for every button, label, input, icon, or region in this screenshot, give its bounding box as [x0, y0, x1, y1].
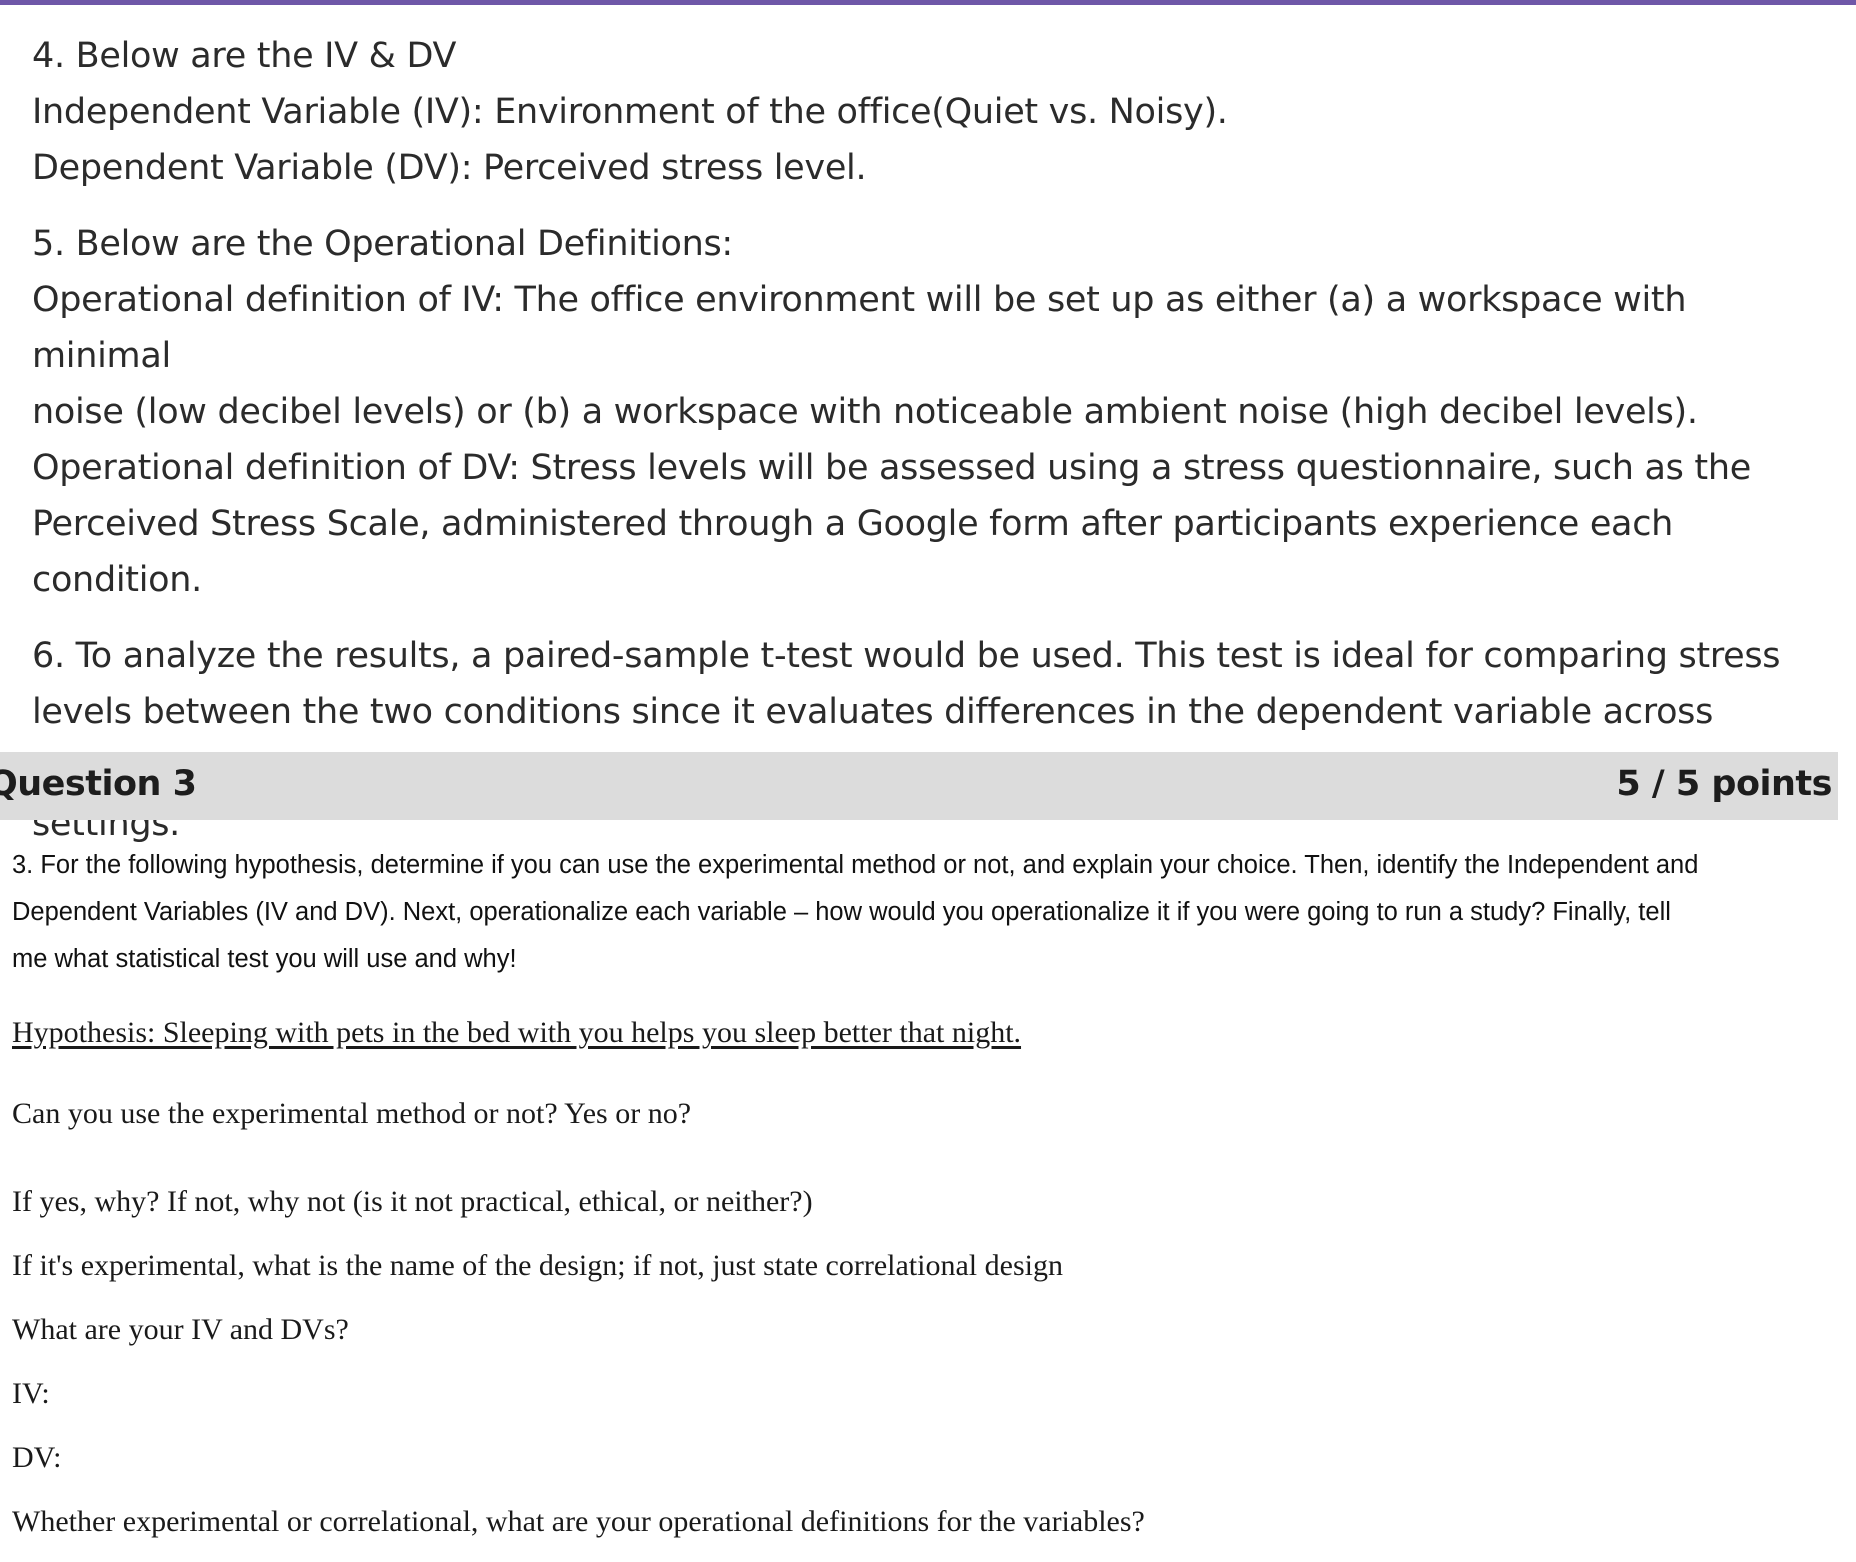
- prompt-line1: 3. For the following hypothesis, determi…: [12, 851, 1699, 879]
- answer-section-5: 5. Below are the Operational Definitions…: [32, 216, 1832, 608]
- section4-heading: 4. Below are the IV & DV: [32, 36, 457, 76]
- question-points: 5 / 5 points: [1616, 764, 1832, 804]
- dv-label: DV:: [12, 1441, 62, 1474]
- section5-dv-def-line1: Operational definition of DV: Stress lev…: [32, 448, 1751, 488]
- section5-dv-def-line2: Perceived Stress Scale, administered thr…: [32, 504, 1674, 600]
- question-operational-definitions: Whether experimental or correlational, w…: [12, 1505, 1145, 1538]
- section5-iv-def-line1: Operational definition of IV: The office…: [32, 280, 1687, 376]
- section5-iv-def-line2: noise (low decibel levels) or (b) a work…: [32, 392, 1698, 432]
- section6-line1: 6. To analyze the results, a paired-samp…: [32, 636, 1781, 676]
- iv-label: IV:: [12, 1377, 50, 1410]
- answer-section-4: 4. Below are the IV & DV Independent Var…: [32, 28, 1832, 196]
- prompt-line2: Dependent Variables (IV and DV). Next, o…: [12, 898, 1671, 926]
- section5-heading: 5. Below are the Operational Definitions…: [32, 224, 733, 264]
- question-iv-dv: What are your IV and DVs?: [12, 1313, 349, 1346]
- question-header: Question 3 5 / 5 points: [0, 752, 1838, 820]
- student-answer: 4. Below are the IV & DV Independent Var…: [32, 28, 1832, 872]
- question-prompt: 3. For the following hypothesis, determi…: [12, 842, 1842, 983]
- question-why: If yes, why? If not, why not (is it not …: [12, 1185, 813, 1218]
- question-method: Can you use the experimental method or n…: [12, 1097, 692, 1130]
- section4-dv: Dependent Variable (DV): Perceived stres…: [32, 148, 867, 188]
- prompt-line3: me what statistical test you will use an…: [12, 945, 517, 973]
- hypothesis-text: Hypothesis: Sleeping with pets in the be…: [12, 1016, 1022, 1049]
- question-title: Question 3: [0, 764, 197, 804]
- top-accent-bar: [0, 0, 1856, 5]
- section4-iv: Independent Variable (IV): Environment o…: [32, 92, 1228, 132]
- question-design: If it's experimental, what is the name o…: [12, 1249, 1063, 1282]
